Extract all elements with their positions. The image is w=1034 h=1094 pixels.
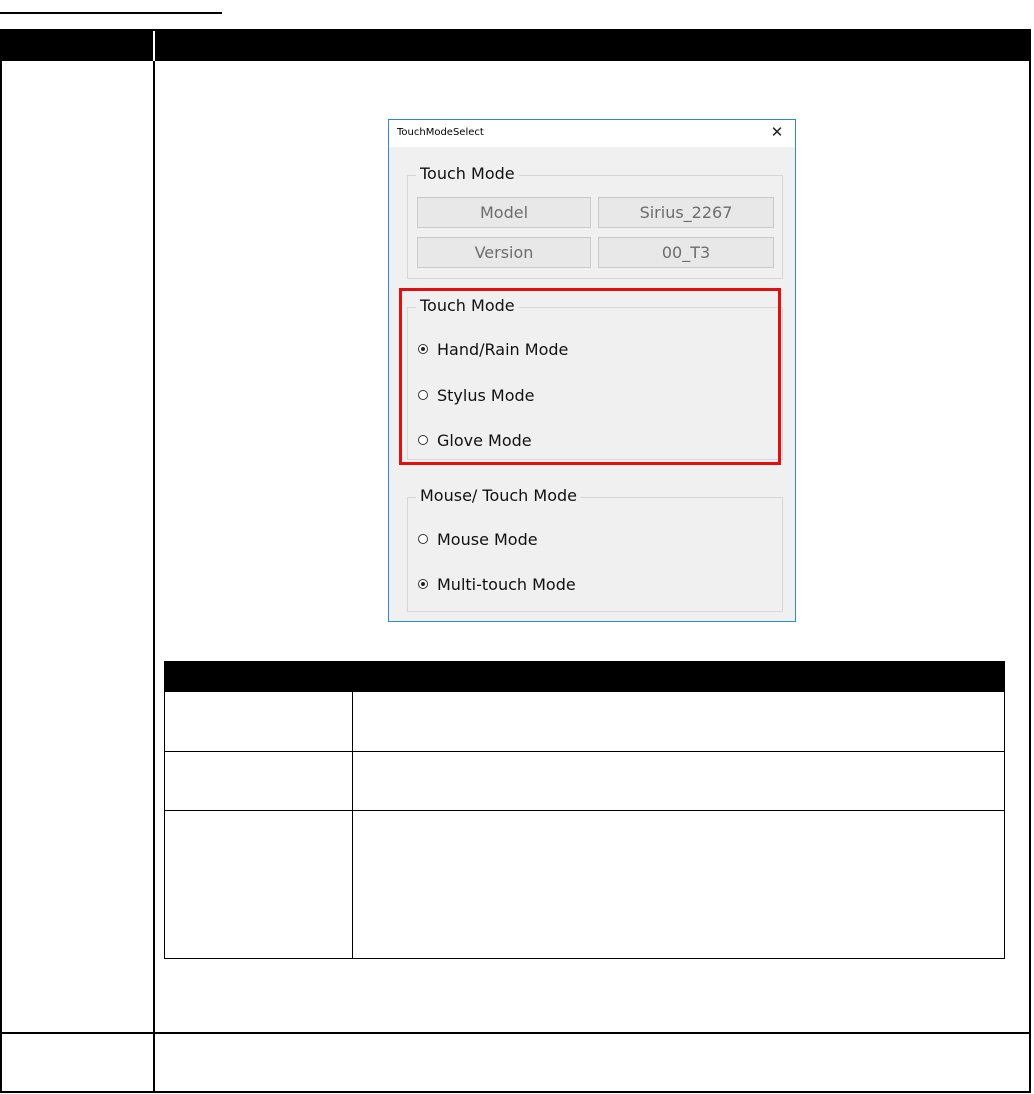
device-info-group: Touch Mode Model Sirius_2267 Version 00_… bbox=[407, 164, 783, 279]
radio-checked-icon[interactable] bbox=[418, 579, 428, 589]
model-value: Sirius_2267 bbox=[598, 197, 774, 228]
touch-mode-select-dialog: TouchModeSelect ✕ Touch Mode Model Siriu… bbox=[388, 119, 796, 622]
inner-row-divider bbox=[165, 810, 1004, 811]
radio-label: Mouse Mode bbox=[437, 529, 538, 549]
radio-unchecked-icon[interactable] bbox=[418, 534, 428, 544]
heading-underline bbox=[0, 12, 222, 14]
radio-label: Multi-touch Mode bbox=[437, 574, 576, 594]
model-label: Model bbox=[417, 197, 591, 228]
dialog-title: TouchModeSelect bbox=[397, 127, 484, 138]
group-legend: Touch Mode bbox=[416, 164, 519, 183]
group-legend: Mouse/ Touch Mode bbox=[416, 486, 581, 505]
inner-table-header bbox=[165, 662, 1004, 692]
version-label: Version bbox=[417, 237, 591, 268]
version-value: 00_T3 bbox=[598, 237, 774, 268]
radio-mouse-mode[interactable]: Mouse Mode bbox=[418, 528, 538, 550]
mouse-touch-mode-group: Mouse/ Touch Mode Mouse Mode Multi-touch… bbox=[407, 486, 783, 612]
header-divider bbox=[153, 31, 155, 61]
outer-table-header bbox=[2, 31, 1029, 61]
inner-table bbox=[164, 661, 1005, 959]
close-icon[interactable]: ✕ bbox=[769, 124, 785, 140]
row-divider bbox=[2, 1032, 1029, 1034]
radio-multi-touch-mode[interactable]: Multi-touch Mode bbox=[418, 573, 576, 595]
column-divider bbox=[153, 61, 155, 1093]
inner-row-divider bbox=[165, 751, 1004, 752]
highlight-box bbox=[399, 288, 781, 465]
dialog-titlebar: TouchModeSelect ✕ bbox=[389, 120, 795, 147]
inner-column-divider bbox=[352, 692, 353, 959]
